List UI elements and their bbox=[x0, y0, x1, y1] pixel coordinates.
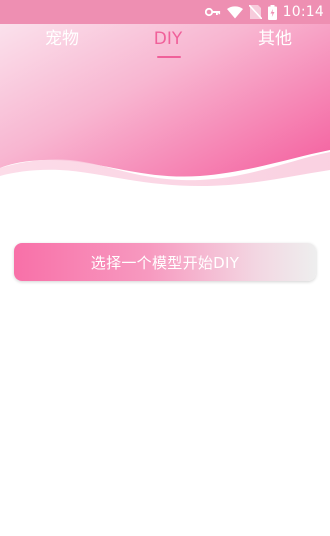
start-diy-button[interactable]: 选择一个模型开始DIY bbox=[14, 243, 316, 281]
key-icon bbox=[204, 0, 221, 24]
status-time: 10:14 bbox=[282, 4, 324, 20]
tab-diy[interactable]: DIY bbox=[144, 28, 192, 50]
status-icons: 10:14 bbox=[204, 0, 324, 24]
header-banner: 10:14 宠物 DIY 其他 bbox=[0, 0, 330, 190]
tab-other[interactable]: 其他 bbox=[251, 28, 299, 50]
status-bar: 10:14 bbox=[0, 0, 330, 24]
no-sim-icon bbox=[248, 0, 262, 24]
start-diy-button-label: 选择一个模型开始DIY bbox=[90, 253, 240, 272]
tab-selected-indicator bbox=[157, 56, 181, 58]
app-screen: 10:14 宠物 DIY 其他 选择一个模型开始DIY bbox=[0, 0, 330, 536]
wifi-icon bbox=[226, 0, 243, 24]
battery-icon bbox=[267, 0, 277, 24]
category-tabs: 宠物 DIY 其他 bbox=[0, 24, 330, 60]
tab-pets[interactable]: 宠物 bbox=[38, 28, 86, 50]
